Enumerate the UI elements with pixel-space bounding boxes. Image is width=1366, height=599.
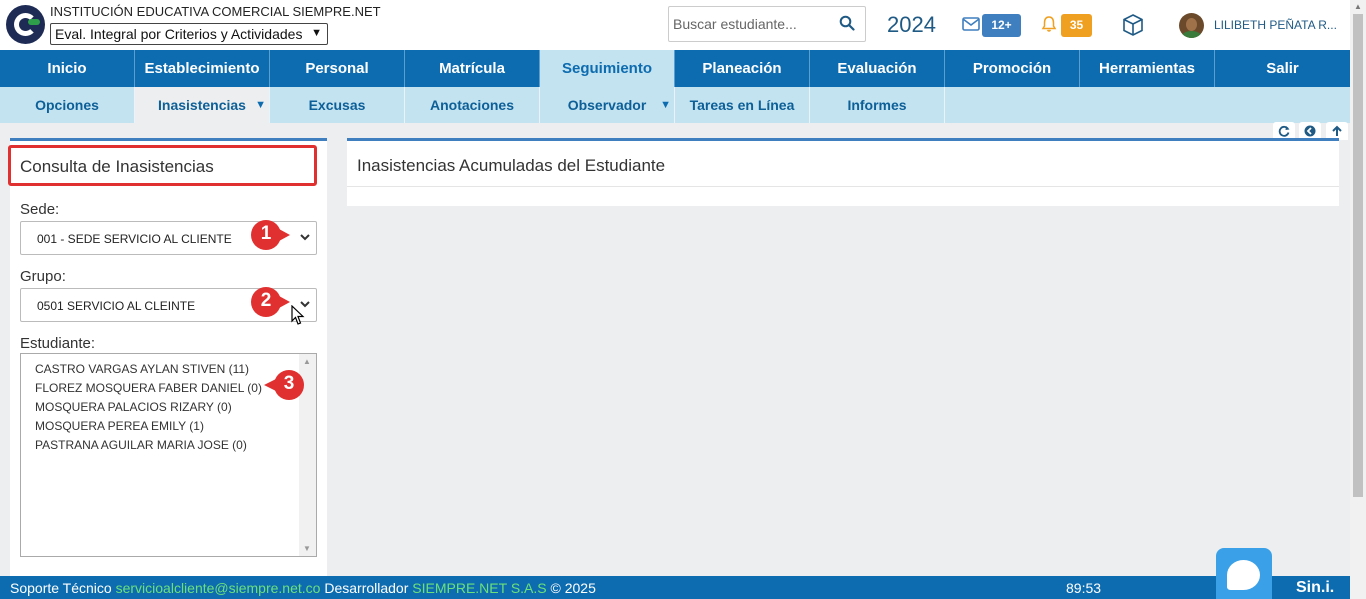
subtab-label: Tareas en Línea: [689, 97, 795, 113]
chevron-down-icon: [300, 234, 310, 241]
chat-bubble-icon: [1227, 560, 1260, 590]
search-input[interactable]: [673, 16, 823, 32]
user-avatar[interactable]: [1179, 13, 1204, 38]
subtab-inasistencias[interactable]: Inasistencias ▼: [135, 87, 270, 123]
scrollbar-thumb[interactable]: [1353, 14, 1363, 497]
marker-number: 2: [260, 290, 272, 311]
sede-label: Sede:: [20, 201, 60, 218]
footer-info: Soporte Técnico servicioalcliente@siempr…: [10, 577, 596, 599]
messages-badge[interactable]: 12+: [982, 14, 1021, 37]
subtab-tareas-en-linea[interactable]: Tareas en Línea: [675, 87, 810, 123]
subtab-label: Informes: [847, 97, 907, 113]
notifications-badge[interactable]: 35: [1061, 14, 1092, 37]
tab-seguimiento[interactable]: Seguimiento: [540, 50, 675, 87]
subtab-label: Opciones: [35, 97, 99, 113]
list-item[interactable]: MOSQUERA PEREA EMILY (1): [35, 419, 204, 433]
mail-icon[interactable]: [962, 17, 980, 31]
panel-title: Consulta de Inasistencias: [8, 145, 317, 186]
step-marker-1: 1: [250, 217, 290, 253]
evaluation-type-value: Eval. Integral por Criterios y Actividad…: [55, 26, 303, 42]
subtab-observador[interactable]: Observador ▼: [540, 87, 675, 123]
step-marker-3: 3: [258, 367, 310, 403]
sede-value: 001 - SEDE SERVICIO AL CLIENTE: [37, 232, 232, 246]
tab-planeacion[interactable]: Planeación: [675, 50, 810, 87]
page-scrollbar[interactable]: ▲: [1350, 0, 1366, 599]
tab-salir[interactable]: Salir: [1215, 50, 1350, 87]
student-search: [668, 6, 866, 42]
list-item[interactable]: MOSQUERA PALACIOS RIZARY (0): [35, 400, 232, 414]
arrow-up-icon: [1332, 125, 1342, 136]
developer-link[interactable]: SIEMPRE.NET S.A.S: [412, 580, 546, 596]
school-year[interactable]: 2024: [887, 12, 936, 38]
panel-title: Inasistencias Acumuladas del Estudiante: [357, 156, 666, 175]
tab-evaluacion[interactable]: Evaluación: [810, 50, 945, 87]
user-name[interactable]: LILIBETH PEÑATA R...: [1214, 18, 1337, 32]
main-navigation: Inicio Establecimiento Personal Matrícul…: [0, 50, 1350, 87]
subtab-informes[interactable]: Informes: [810, 87, 945, 123]
subtab-opciones[interactable]: Opciones: [0, 87, 135, 123]
cube-icon[interactable]: [1121, 13, 1145, 37]
accumulated-absences-panel: Inasistencias Acumuladas del Estudiante: [347, 138, 1339, 206]
marker-number: 1: [260, 223, 272, 244]
developer-label: Desarrollador: [324, 580, 409, 596]
subtab-excusas[interactable]: Excusas: [270, 87, 405, 123]
chat-button[interactable]: [1216, 548, 1272, 599]
institution-name: INSTITUCIÓN EDUCATIVA COMERCIAL SIEMPRE.…: [50, 4, 381, 19]
bell-icon[interactable]: [1040, 15, 1058, 33]
subtab-label: Excusas: [308, 97, 366, 113]
refresh-icon: [1278, 125, 1290, 137]
caret-down-icon[interactable]: ▼: [660, 87, 671, 123]
subtab-label: Anotaciones: [429, 97, 514, 113]
subtab-anotaciones[interactable]: Anotaciones: [405, 87, 540, 123]
scroll-up-icon[interactable]: ▲: [1354, 2, 1362, 11]
divider: [347, 186, 1339, 187]
tab-promocion[interactable]: Promoción: [945, 50, 1080, 87]
attendance-query-panel: Consulta de Inasistencias Sede: 001 - SE…: [8, 138, 327, 576]
tab-inicio[interactable]: Inicio: [0, 50, 135, 87]
tab-herramientas[interactable]: Herramientas: [1080, 50, 1215, 87]
header-bar: INSTITUCIÓN EDUCATIVA COMERCIAL SIEMPRE.…: [0, 0, 1350, 50]
session-timer: 89:53: [1066, 580, 1102, 596]
grupo-value: 0501 SERVICIO AL CLEINTE: [37, 299, 196, 313]
evaluation-type-select[interactable]: Eval. Integral por Criterios y Actividad…: [50, 23, 328, 45]
sub-navigation: Opciones Inasistencias ▼ Excusas Anotacio…: [0, 87, 1350, 123]
subtab-label: Observador: [567, 97, 647, 113]
mouse-pointer-icon: [291, 305, 305, 325]
grupo-label: Grupo:: [20, 268, 66, 285]
subtab-label: Inasistencias: [158, 97, 246, 113]
footer-bar: Soporte Técnico servicioalcliente@siempr…: [0, 576, 1350, 599]
chevron-down-icon: ▼: [311, 27, 322, 39]
back-icon: [1304, 125, 1316, 137]
tab-matricula[interactable]: Matrícula: [405, 50, 540, 87]
list-item[interactable]: CASTRO VARGAS AYLAN STIVEN (11): [35, 362, 249, 376]
list-item[interactable]: FLOREZ MOSQUERA FABER DANIEL (0): [35, 381, 262, 395]
list-item[interactable]: PASTRANA AGUILAR MARIA JOSE (0): [35, 438, 247, 452]
institution-logo[interactable]: [6, 5, 45, 44]
tab-personal[interactable]: Personal: [270, 50, 405, 87]
brand-logo: Sin.i.: [1296, 579, 1335, 596]
step-marker-2: 2: [250, 284, 290, 320]
search-icon[interactable]: [839, 15, 855, 31]
scroll-up-icon[interactable]: ▲: [303, 357, 311, 366]
support-label: Soporte Técnico: [10, 580, 112, 596]
estudiante-label: Estudiante:: [20, 335, 96, 352]
marker-number: 3: [283, 373, 295, 394]
support-email-link[interactable]: servicioalcliente@siempre.net.co: [116, 580, 321, 596]
tab-establecimiento[interactable]: Establecimiento: [135, 50, 270, 87]
caret-down-icon[interactable]: ▼: [255, 87, 266, 123]
copyright: © 2025: [550, 580, 596, 596]
scroll-down-icon[interactable]: ▼: [303, 544, 311, 553]
